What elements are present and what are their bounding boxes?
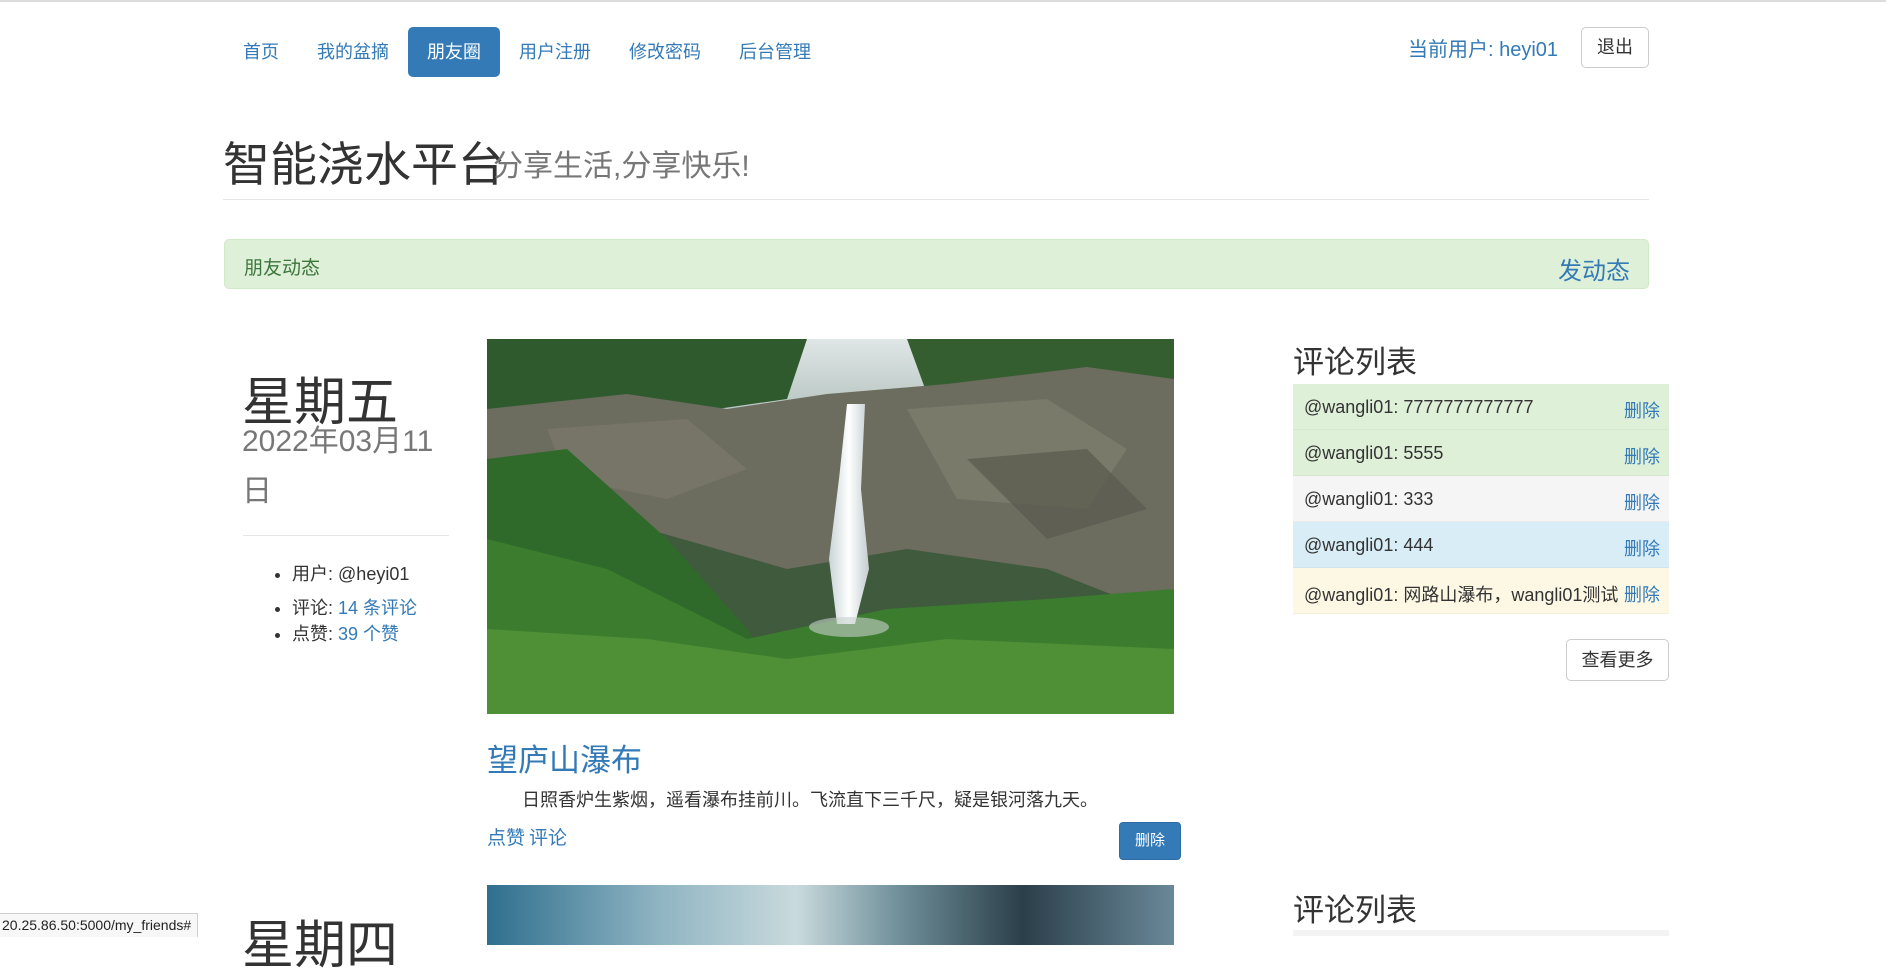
- browser-status-url: 20.25.86.50:5000/my_friends#: [0, 913, 199, 937]
- nav-item-register[interactable]: 用户注册: [500, 27, 610, 77]
- comment-text: @wangli01: 网路山瀑布，wangli01测试: [1304, 585, 1619, 605]
- comment-text: @wangli01: 333: [1304, 489, 1434, 509]
- banner-title: 朋友动态: [244, 258, 321, 279]
- post-meta-list: 用户: @heyi01 评论: 14 条评论 点赞: 39 个赞: [278, 560, 417, 646]
- likes-count-link[interactable]: 39 个赞: [338, 624, 399, 644]
- top-border: [0, 0, 1886, 2]
- logout-button[interactable]: 退出: [1581, 27, 1649, 68]
- next-comments-heading: 评论列表: [1293, 893, 1417, 928]
- comments-heading: 评论列表: [1293, 345, 1417, 380]
- post-actions: 点赞 评论: [487, 823, 571, 850]
- nav-item-home[interactable]: 首页: [224, 27, 298, 77]
- next-post-image: [487, 885, 1174, 945]
- meta-user-value: @heyi01: [338, 564, 410, 584]
- delete-comment-link[interactable]: 删除: [1624, 443, 1660, 469]
- comment-item: @wangli01: 7777777777777 删除: [1293, 384, 1669, 430]
- delete-comment-link[interactable]: 删除: [1624, 535, 1660, 561]
- like-link[interactable]: 点赞: [487, 828, 525, 849]
- next-comment-item: [1293, 930, 1669, 936]
- post-meta-divider: [243, 535, 449, 536]
- next-post-weekday: 星期四: [242, 917, 399, 975]
- comments-list: @wangli01: 7777777777777 删除 @wangli01: 5…: [1293, 384, 1669, 614]
- post-title-link[interactable]: 望庐山瀑布: [487, 735, 642, 780]
- main-nav: 首页 我的盆摘 朋友圈 用户注册 修改密码 后台管理: [224, 27, 830, 77]
- post-status-link[interactable]: 发动态: [1558, 251, 1630, 286]
- post-image: [487, 339, 1174, 714]
- post-body-text: 日照香炉生紫烟，遥看瀑布挂前川。飞流直下三千尺，疑是银河落九天。: [522, 790, 1098, 810]
- comment-item: @wangli01: 5555 删除: [1293, 430, 1669, 476]
- delete-comment-link[interactable]: 删除: [1624, 489, 1660, 515]
- nav-item-my-bonsai[interactable]: 我的盆摘: [298, 27, 408, 77]
- nav-item-friends[interactable]: 朋友圈: [408, 27, 500, 77]
- page-subtitle: 分享生活,分享快乐!: [493, 150, 750, 183]
- delete-post-button[interactable]: 删除: [1119, 822, 1181, 860]
- comment-text: @wangli01: 5555: [1304, 443, 1444, 463]
- comment-text: @wangli01: 444: [1304, 535, 1434, 555]
- post-date: 2022年03月11日: [242, 425, 434, 508]
- meta-comments: 评论: 14 条评论: [292, 594, 417, 620]
- comment-link[interactable]: 评论: [529, 828, 567, 849]
- page-title: 智能浇水平台: [223, 138, 505, 191]
- meta-user: 用户: @heyi01: [292, 560, 417, 586]
- comments-count-link[interactable]: 14 条评论: [338, 598, 417, 618]
- view-more-button[interactable]: 查看更多: [1566, 639, 1669, 681]
- delete-comment-link[interactable]: 删除: [1624, 397, 1660, 423]
- nav-item-change-password[interactable]: 修改密码: [610, 27, 720, 77]
- comment-item: @wangli01: 网路山瀑布，wangli01测试 删除: [1293, 568, 1669, 614]
- nav-item-admin[interactable]: 后台管理: [720, 27, 830, 77]
- meta-likes: 点赞: 39 个赞: [292, 620, 417, 646]
- waterfall-illustration: [487, 339, 1174, 714]
- comment-item: @wangli01: 444 删除: [1293, 522, 1669, 568]
- comment-text: @wangli01: 7777777777777: [1304, 397, 1534, 417]
- comment-item: @wangli01: 333 删除: [1293, 476, 1669, 522]
- delete-comment-link[interactable]: 删除: [1624, 581, 1660, 607]
- header-divider: [223, 199, 1649, 200]
- current-user-link[interactable]: 当前用户: heyi01: [1408, 33, 1558, 62]
- friends-feed-banner: 朋友动态 发动态: [224, 239, 1649, 289]
